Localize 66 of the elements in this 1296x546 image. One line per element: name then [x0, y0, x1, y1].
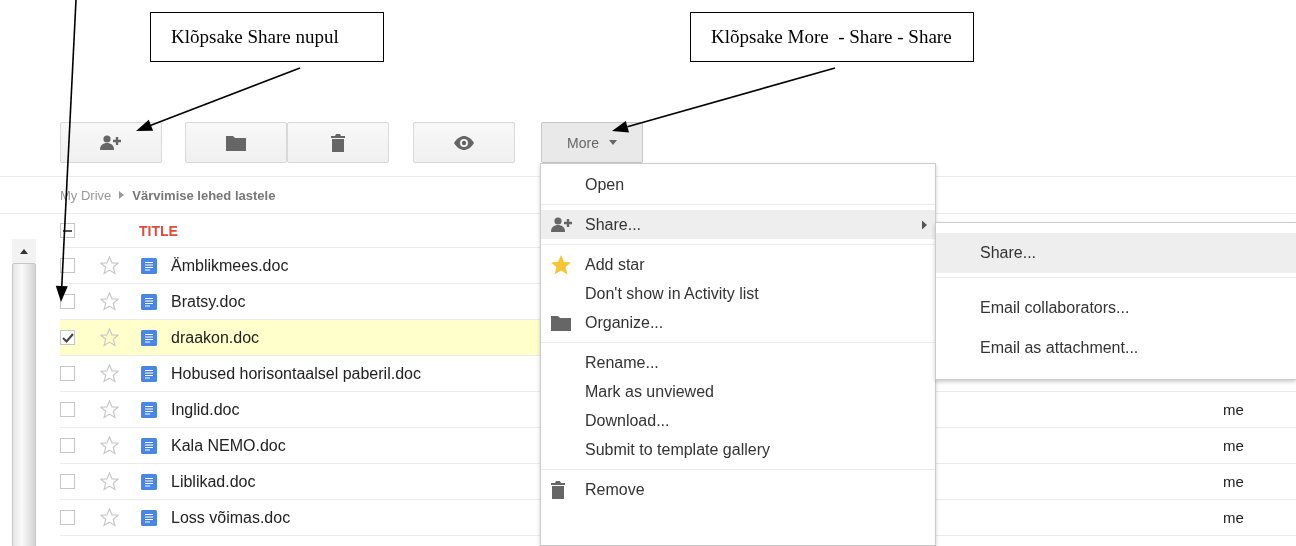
person-plus-icon: [100, 134, 122, 151]
checkbox[interactable]: [60, 330, 75, 345]
file-name: Ämblikmees.doc: [171, 256, 289, 275]
document-icon: [141, 257, 157, 274]
menu-item[interactable]: Rename...: [541, 348, 935, 377]
share-button[interactable]: [60, 122, 162, 163]
trash-icon: [331, 133, 345, 152]
folder-icon: [226, 134, 246, 151]
file-name: Inglid.doc: [171, 400, 240, 419]
owner-cell: me: [1223, 437, 1244, 454]
remove-button[interactable]: [287, 122, 389, 163]
file-name: Kala NEMO.doc: [171, 436, 286, 455]
menu-item[interactable]: Submit to template gallery: [541, 435, 935, 464]
preview-button[interactable]: [413, 122, 515, 163]
document-icon: [141, 473, 157, 490]
callout-note: Klõpsake Share nupul: [150, 12, 384, 62]
menu-item[interactable]: Don't show in Activity list: [541, 279, 935, 308]
checkbox[interactable]: [60, 474, 75, 489]
document-icon: [141, 365, 157, 382]
file-name: Bratsy.doc: [171, 292, 246, 311]
file-name: Liblikad.doc: [171, 472, 256, 491]
menu-item[interactable]: Organize...: [541, 308, 935, 337]
file-name: Loss võimas.doc: [171, 508, 291, 527]
person-plus-icon: [551, 216, 573, 233]
move-to-folder-button[interactable]: [185, 122, 287, 163]
document-icon: [141, 437, 157, 454]
scrollbar[interactable]: [12, 239, 36, 546]
menu-item[interactable]: Add star: [541, 250, 935, 279]
folder-icon: [551, 314, 571, 331]
checkbox[interactable]: [60, 438, 75, 453]
menu-item[interactable]: Email as attachment...: [936, 328, 1296, 368]
document-icon: [141, 509, 157, 526]
file-name: Hobused horisontaalsel paberil.doc: [171, 364, 421, 383]
star-icon[interactable]: [100, 292, 119, 311]
document-icon: [141, 329, 157, 346]
star-icon[interactable]: [100, 508, 119, 527]
menu-item[interactable]: Share...: [541, 210, 935, 239]
star-icon[interactable]: [100, 364, 119, 383]
eye-icon: [453, 135, 475, 150]
up-arrow-icon: [20, 248, 28, 254]
star-icon: [551, 254, 571, 275]
trash-icon: [551, 480, 565, 499]
caret-icon: [608, 140, 617, 145]
breadcrumb-link[interactable]: Värvimise lehed lastele: [132, 187, 276, 203]
star-icon[interactable]: [100, 400, 119, 419]
more-button[interactable]: More: [541, 122, 643, 163]
checkbox[interactable]: [60, 366, 75, 381]
star-icon[interactable]: [100, 256, 119, 275]
callout-note: Klõpsake More - Share - Share: [690, 12, 974, 62]
star-icon[interactable]: [100, 472, 119, 491]
document-icon: [141, 293, 157, 310]
star-icon[interactable]: [100, 328, 119, 347]
owner-cell: me: [1223, 401, 1244, 418]
menu-item[interactable]: Email collaborators...: [936, 288, 1296, 328]
menu-item[interactable]: Share...: [936, 233, 1296, 273]
owner-cell: me: [1223, 473, 1244, 490]
checkbox[interactable]: [60, 402, 75, 417]
menu-item[interactable]: Mark as unviewed: [541, 377, 935, 406]
document-icon: [141, 401, 157, 418]
file-name: draakon.doc: [171, 328, 260, 347]
owner-cell: me: [1223, 509, 1244, 526]
column-header[interactable]: TITLE: [139, 222, 178, 239]
menu-item[interactable]: Open: [541, 170, 935, 199]
checkbox[interactable]: [60, 510, 75, 525]
chevron-icon: [119, 191, 125, 199]
star-icon[interactable]: [100, 436, 119, 455]
